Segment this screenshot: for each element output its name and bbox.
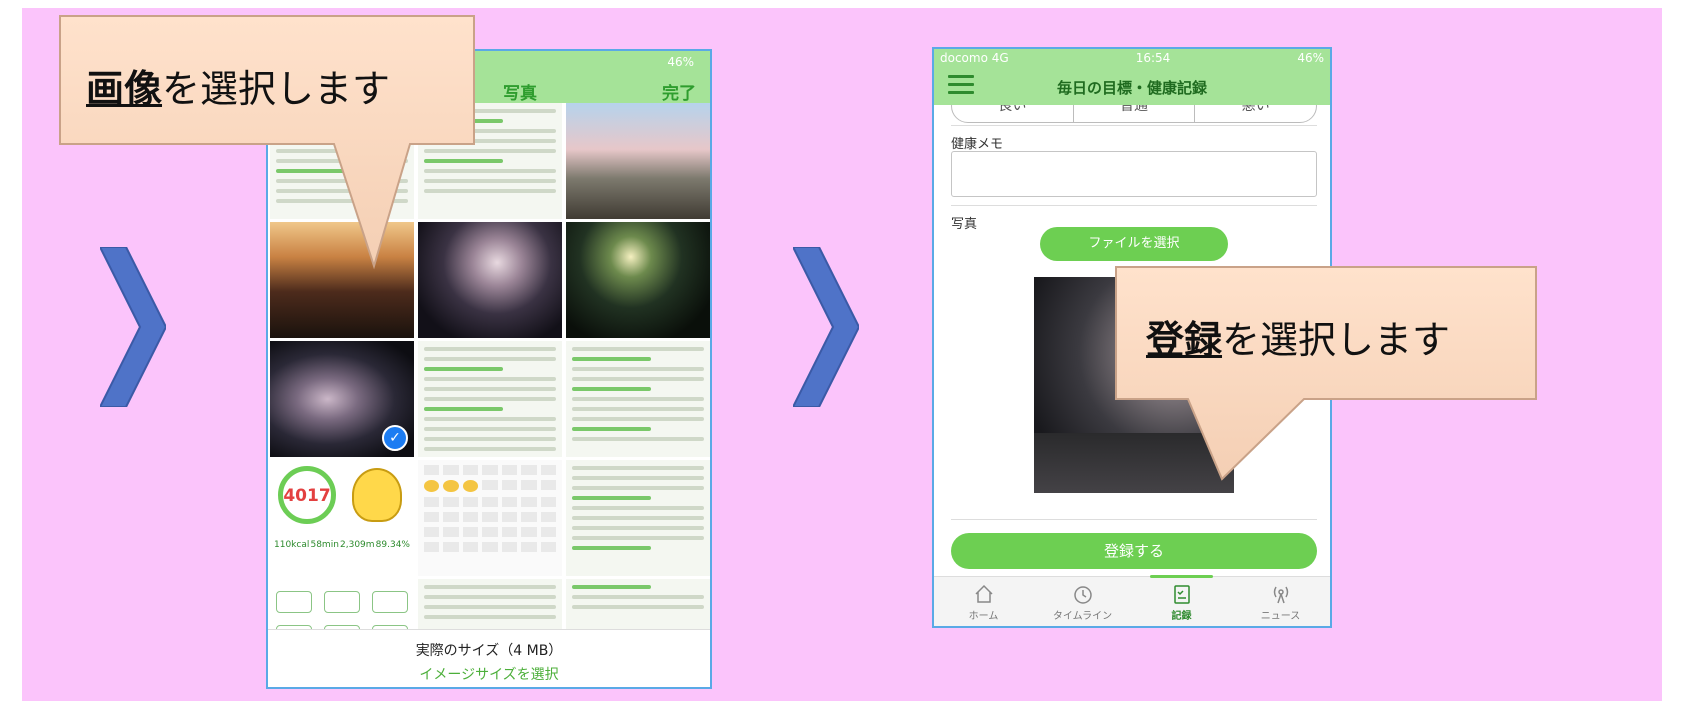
tab-record[interactable]: 記録 — [1132, 575, 1231, 626]
callout-select-image: 画像を選択します — [58, 14, 488, 274]
page-title: 毎日の目標・健康記録 — [1056, 79, 1207, 97]
actual-size-text: 実際のサイズ（4 MB） — [415, 643, 563, 659]
health-memo-input[interactable] — [951, 151, 1317, 197]
tab-news[interactable]: ニュース — [1231, 577, 1330, 626]
stat-min: 58min — [310, 540, 339, 550]
done-button[interactable]: 完了 — [662, 79, 696, 104]
battery-status: 46% — [667, 55, 694, 69]
divider — [951, 519, 1317, 520]
stat-percent: 89.34% — [375, 540, 410, 550]
battery-text: 46% — [1297, 51, 1324, 65]
stat-distance: 2,309m — [340, 540, 375, 550]
tab-label: ホーム — [968, 611, 999, 622]
bottom-tab-bar: ホーム タイムライン 記録 ニュース — [934, 575, 1330, 626]
tab-label: タイムライン — [1052, 611, 1113, 622]
tab-home[interactable]: ホーム — [934, 577, 1033, 626]
photo-thumbnail[interactable] — [418, 341, 562, 457]
steps-ring: 4017 — [278, 466, 336, 524]
photo-thumbnail[interactable] — [566, 341, 710, 457]
register-button[interactable]: 登録する — [951, 533, 1317, 569]
memo-label: 健康メモ — [951, 137, 1004, 152]
selected-photo-thumbnail[interactable]: ✓ — [270, 341, 414, 457]
picker-title: 写真 — [503, 84, 537, 104]
callout-text: 登録を選択します — [1146, 318, 1451, 362]
broadcast-icon — [1273, 586, 1288, 604]
callout-text: 画像を選択します — [86, 67, 391, 111]
next-step-arrow-icon — [793, 247, 859, 407]
photo-thumbnail[interactable] — [566, 222, 710, 338]
clock-icon — [1073, 586, 1092, 604]
photo-label: 写真 — [951, 217, 978, 232]
stats-row: 110kcal 58min 2,309m 89.34% — [274, 540, 410, 560]
photo-thumbnail[interactable] — [566, 103, 710, 219]
photo-thumbnail[interactable]: 4017 110kcal 58min 2,309m 89.34% — [270, 460, 414, 576]
home-icon — [974, 584, 993, 603]
status-bar: docomo 4G 16:54 46% — [940, 51, 1324, 65]
photo-thumbnail[interactable] — [418, 460, 562, 576]
clipboard-icon — [1173, 585, 1190, 604]
tab-label: ニュース — [1260, 611, 1301, 622]
divider — [951, 205, 1317, 206]
stat-kcal: 110kcal — [274, 540, 310, 550]
choose-file-button[interactable]: ファイルを選択 — [1040, 227, 1228, 261]
photo-thumbnail[interactable] — [566, 460, 710, 576]
carrier-text: docomo 4G — [940, 51, 1009, 65]
callout-select-register: 登録を選択します — [1114, 265, 1544, 485]
tab-timeline[interactable]: タイムライン — [1033, 577, 1132, 626]
select-image-size-link[interactable]: イメージサイズを選択 — [268, 664, 710, 684]
mascot-icon — [352, 468, 402, 522]
image-size-bar: 実際のサイズ（4 MB） イメージサイズを選択 — [268, 629, 710, 687]
steps-value: 4017 — [283, 486, 331, 506]
selected-check-icon: ✓ — [382, 425, 408, 451]
clock-text: 16:54 — [1135, 51, 1171, 65]
record-header: docomo 4G 16:54 46% 毎日の目標・健康記録 — [934, 49, 1330, 105]
divider — [951, 125, 1317, 126]
tab-label: 記録 — [1171, 611, 1192, 622]
